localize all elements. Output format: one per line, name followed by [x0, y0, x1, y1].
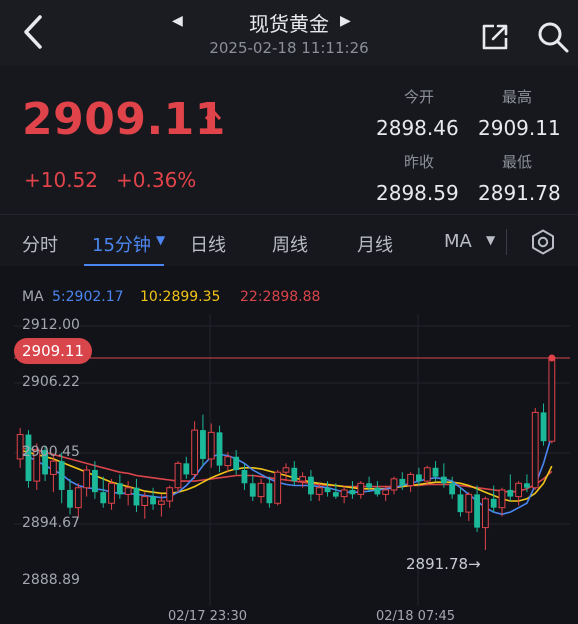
low-marker-label: 2891.78→: [406, 555, 481, 573]
price-change-percent: +0.36%: [116, 168, 197, 192]
ma-dropdown-icon[interactable]: ▼: [486, 233, 495, 247]
high-value: 2909.11: [478, 116, 561, 140]
ma22-legend: 22:2898.88: [240, 289, 321, 305]
high-label: 最高: [502, 88, 533, 106]
open-value: 2898.46: [376, 116, 459, 140]
ma5-legend: 5:2902.17: [52, 289, 124, 305]
prev-close-value: 2898.59: [376, 181, 459, 205]
y-tick-label: 2894.67: [22, 515, 80, 531]
y-tick-label: 2888.89: [22, 572, 80, 588]
y-tick-label: 2900.45: [22, 444, 80, 460]
tab-divider: [506, 229, 507, 255]
search-icon[interactable]: [536, 20, 570, 54]
last-price: 2909.11: [22, 94, 226, 145]
up-arrow-icon: [204, 109, 222, 132]
y-tick-label: 2912.00: [22, 317, 80, 333]
next-instrument-icon[interactable]: ▶: [340, 13, 351, 29]
price-change: +10.52: [24, 168, 99, 192]
low-label: 最低: [502, 153, 533, 171]
tab-daily[interactable]: 日线: [190, 231, 226, 257]
tab-15min[interactable]: 15分钟: [92, 231, 151, 257]
tab-timeshare[interactable]: 分时: [22, 231, 58, 257]
period-tabs: 分时 15分钟 ▼ 日线 周线 月线 MA ▼: [0, 214, 578, 267]
current-price-tag: 2909.11: [14, 338, 92, 364]
share-icon[interactable]: [480, 22, 510, 52]
tab-weekly[interactable]: 周线: [272, 231, 308, 257]
tab-15min-dropdown-icon[interactable]: ▼: [156, 233, 165, 247]
y-tick-label: 2906.22: [22, 374, 80, 390]
open-label: 今开: [404, 88, 435, 106]
low-value: 2891.78: [478, 181, 561, 205]
tab-monthly[interactable]: 月线: [357, 231, 393, 257]
ma-legend-label: MA: [22, 289, 44, 305]
ma10-legend: 10:2899.35: [140, 289, 221, 305]
gear-icon[interactable]: [530, 229, 556, 255]
tab-ma[interactable]: MA: [444, 231, 472, 252]
prev-close-label: 昨收: [404, 153, 435, 171]
kline-chart[interactable]: [0, 266, 578, 622]
